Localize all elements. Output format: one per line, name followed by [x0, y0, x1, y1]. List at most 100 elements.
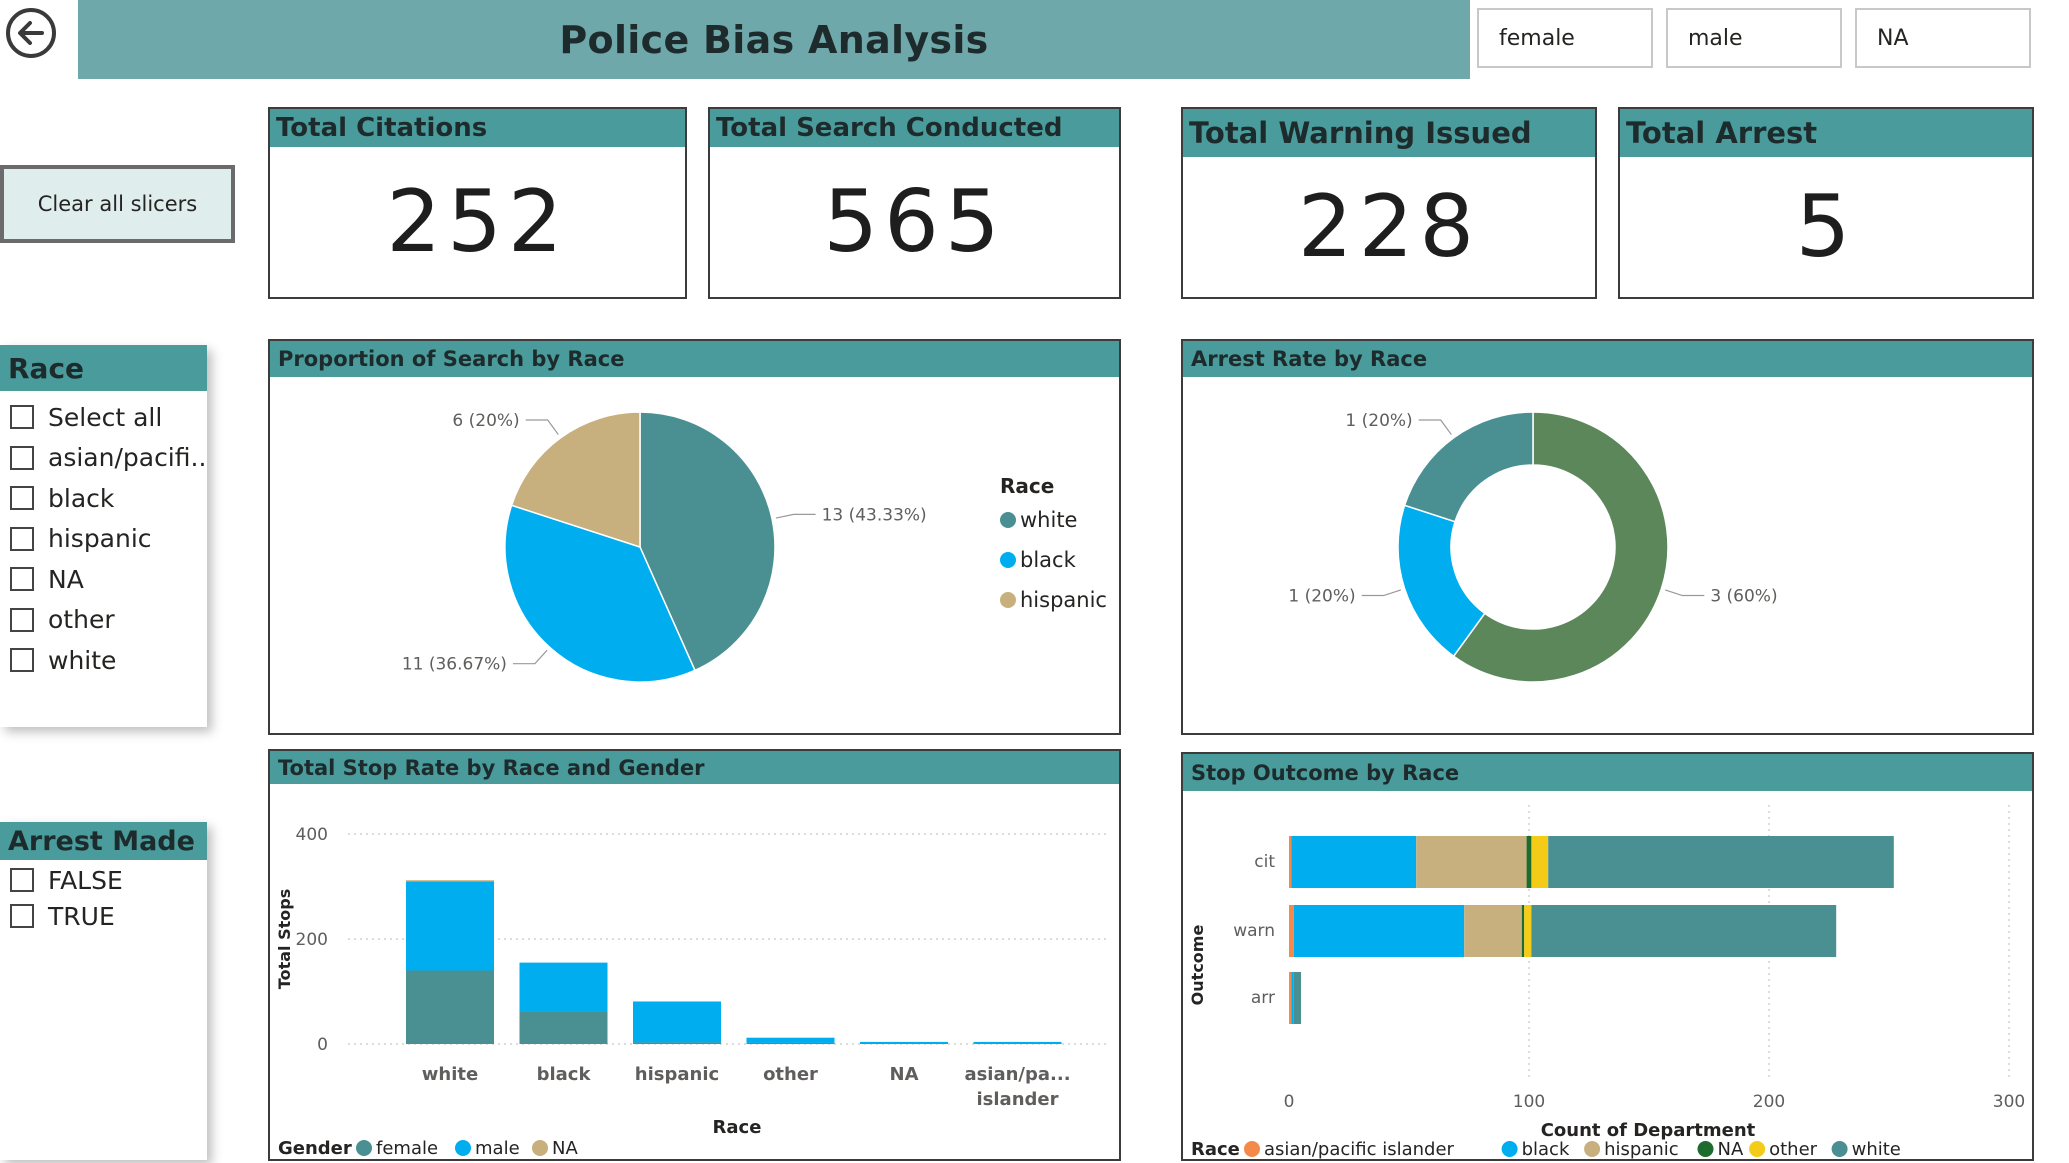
arrest-rate-donut-chart: 3 (60%)1 (20%)1 (20%)Racehispanicblackwh… — [1288, 411, 2069, 683]
race-slicer-title: Race — [0, 345, 207, 391]
bar-na — [1526, 836, 1532, 888]
bar-male — [746, 1037, 835, 1043]
legend-marker — [1697, 1141, 1714, 1157]
race-option-hispanic[interactable]: hispanic — [0, 519, 207, 560]
legend-label: NA — [552, 1138, 578, 1159]
bar-hispanic — [1464, 905, 1522, 957]
stop-rate-bar-chart: 0 200 400 Total Stops white black hispanic othe… — [275, 825, 1110, 1159]
arrow-left-icon — [18, 21, 44, 45]
legend-title: Gender — [278, 1138, 352, 1159]
legend-marker — [1000, 592, 1016, 608]
bar-black — [1291, 972, 1294, 1024]
bar-female — [860, 1043, 948, 1044]
kpi-card-warnings: Total Warning Issued 228 — [1181, 107, 1597, 299]
y-tick-label: 200 — [296, 930, 328, 950]
x-tick-label: 200 — [1753, 1092, 1785, 1112]
stop-outcome-panel: Stop Outcome by Race 0 100 200 300 Count of … — [1181, 752, 2034, 1161]
y-axis-title: Outcome — [1188, 925, 1207, 1006]
chart-title: Total Stop Rate by Race and Gender — [270, 751, 1119, 784]
checkbox[interactable] — [10, 567, 34, 592]
gender-button-female[interactable]: female — [1477, 8, 1653, 68]
kpi-card-arrests: Total Arrest 5 — [1618, 107, 2034, 299]
checkbox[interactable] — [10, 486, 34, 511]
option-label: black — [48, 483, 115, 513]
legend-label: hispanic — [1020, 588, 1107, 612]
arrest-slicer-title: Arrest Made — [0, 822, 207, 860]
option-label: NA — [48, 564, 84, 594]
data-label-leader — [1665, 589, 1705, 597]
y-axis-title: Total Stops — [275, 889, 294, 989]
bar-white — [1531, 905, 1837, 957]
search-by-race-panel: Proportion of Search by Race 13 (43.33%)… — [268, 339, 1121, 735]
legend-label: asian/pacific islander — [1264, 1139, 1455, 1159]
checkbox[interactable] — [10, 904, 34, 928]
x-tick-label: white — [422, 1064, 478, 1085]
pie-slice-white — [1403, 411, 1534, 523]
arrest-rate-panel: Arrest Rate by Race 3 (60%) 1 (20%) 1 (20%… — [1181, 339, 2069, 735]
option-label: FALSE — [48, 865, 123, 895]
checkbox[interactable] — [10, 405, 34, 430]
checkbox[interactable] — [10, 445, 34, 470]
data-label-leader — [1361, 589, 1401, 597]
legend-marker — [455, 1140, 471, 1156]
legend-label: female — [376, 1138, 438, 1159]
bar-black — [1293, 905, 1465, 957]
legend-marker — [356, 1140, 372, 1156]
race-option-na[interactable]: NA — [0, 559, 207, 600]
back-button[interactable] — [6, 8, 56, 58]
bar-white — [1293, 972, 1301, 1024]
legend-title: Race — [1000, 474, 1054, 498]
race-option-asian[interactable]: asian/pacifi... — [0, 438, 207, 479]
y-tick-label: arr — [1251, 988, 1275, 1008]
data-label-leader — [775, 513, 816, 519]
race-option-white[interactable]: white — [0, 640, 207, 681]
race-option-other[interactable]: other — [0, 600, 207, 641]
bar-na — [406, 880, 494, 882]
kpi-value: 565 — [823, 172, 1006, 272]
y-tick-label: cit — [1254, 852, 1275, 872]
legend-label: white — [1020, 508, 1077, 532]
legend-marker — [1000, 512, 1016, 528]
bar-female — [973, 1043, 1062, 1044]
bar-na — [1521, 905, 1525, 957]
checkbox[interactable] — [10, 607, 34, 632]
race-option-select-all[interactable]: Select all — [0, 397, 207, 438]
arrest-option-false[interactable]: FALSE — [0, 862, 207, 898]
checkbox[interactable] — [10, 868, 34, 892]
legend-marker — [1749, 1141, 1766, 1157]
kpi-value: 5 — [1795, 177, 1857, 277]
kpi-label: Total Search Conducted — [710, 109, 1119, 147]
bar-male — [519, 962, 608, 1012]
kpi-value: 228 — [1297, 177, 1481, 277]
data-label: 11 (36.67%) — [402, 655, 507, 675]
legend-marker — [1501, 1141, 1518, 1157]
gender-button-male[interactable]: male — [1666, 8, 1842, 68]
arrest-slicer: Arrest Made FALSE TRUE — [0, 822, 207, 1160]
race-option-black[interactable]: black — [0, 478, 207, 519]
legend-marker — [1244, 1141, 1260, 1157]
x-tick-label: 300 — [1993, 1092, 2025, 1112]
legend-label: other — [1769, 1139, 1818, 1159]
bar-other — [1524, 905, 1532, 957]
chart-title: Arrest Rate by Race — [1183, 341, 2032, 377]
checkbox[interactable] — [10, 648, 34, 673]
legend-label: black — [1020, 548, 1077, 572]
arrest-option-true[interactable]: TRUE — [0, 898, 207, 934]
header-bar: Police Bias Analysis — [78, 0, 1470, 79]
legend-label: hispanic — [1604, 1139, 1679, 1159]
kpi-label: Total Arrest — [1620, 109, 2032, 157]
kpi-card-citations: Total Citations 252 — [268, 107, 687, 299]
checkbox[interactable] — [10, 526, 34, 551]
bar-male — [633, 1001, 721, 1043]
option-label: Select all — [48, 402, 163, 432]
bar-other — [1531, 836, 1549, 888]
gender-button-na[interactable]: NA — [1855, 8, 2031, 68]
x-tick-label: other — [763, 1064, 818, 1085]
bar-female — [633, 1042, 721, 1044]
clear-slicers-button[interactable]: Clear all slicers — [0, 165, 235, 243]
x-tick-label: black — [537, 1064, 592, 1085]
x-axis-title: Race — [713, 1117, 762, 1138]
data-label-leader — [1418, 419, 1452, 435]
data-label: 3 (60%) — [1710, 587, 1777, 607]
stop-rate-panel: Total Stop Rate by Race and Gender 0 200 4… — [268, 749, 1121, 1161]
